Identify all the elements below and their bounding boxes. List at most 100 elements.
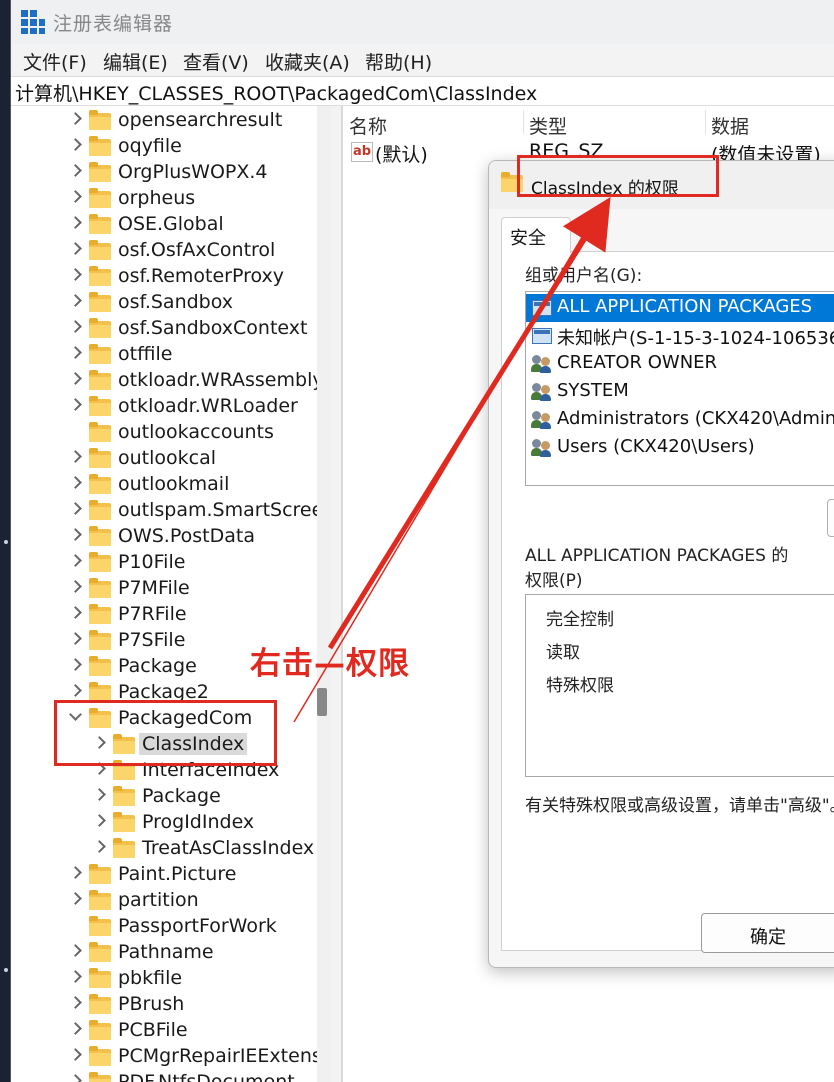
chevron-right-icon[interactable] [69,996,82,1009]
tree-node[interactable]: PCMgrRepairIEExtensi [11,1044,327,1070]
tree-node[interactable]: outlookmail [11,472,321,498]
tree-node[interactable]: OrgPlusWOPX.4 [11,160,321,186]
chevron-right-icon[interactable] [69,580,82,593]
chevron-right-icon[interactable] [69,476,82,489]
tab-security[interactable]: 安全 [501,217,571,253]
tree-node[interactable]: otffile [11,342,321,368]
chevron-right-icon[interactable] [69,1048,82,1061]
chevron-right-icon[interactable] [69,554,82,567]
chevron-right-icon[interactable] [93,814,106,827]
tree-node-label: osf.OsfAxControl [118,239,276,261]
tree-node[interactable]: osf.RemoterProxy [11,264,321,290]
chevron-right-icon[interactable] [69,112,82,125]
user-list-item[interactable]: CREATOR OWNER [526,350,834,378]
chevron-right-icon[interactable] [69,372,82,385]
user-list-item[interactable]: ALL APPLICATION PACKAGES [526,294,834,322]
tree-node[interactable]: OSE.Global [11,212,321,238]
tree-node[interactable]: partition [11,888,321,914]
tree-node[interactable]: PDF.NtfsDocument [11,1070,321,1082]
chevron-right-icon[interactable] [69,164,82,177]
chevron-right-icon[interactable] [69,528,82,541]
menu-file[interactable]: 文件(F) [23,48,87,75]
user-list-item[interactable]: 未知帐户(S-1-15-3-1024-1065365936-1281604716… [526,322,834,350]
tree-node[interactable]: oqyfile [11,134,321,160]
chevron-right-icon[interactable] [69,294,82,307]
chevron-right-icon[interactable] [69,502,82,515]
tree-node[interactable]: otkloadr.WRAssembly [11,368,324,394]
chevron-right-icon[interactable] [69,944,82,957]
tree-node[interactable]: otkloadr.WRLoader [11,394,321,420]
tree-node[interactable]: PassportForWork [11,914,321,940]
tree-node[interactable]: outlspam.SmartScreen [11,498,331,524]
menu-view[interactable]: 查看(V) [183,48,249,75]
tree-node[interactable]: orpheus [11,186,321,212]
menu-favorites[interactable]: 收藏夹(A) [265,48,350,75]
column-header-type[interactable]: 类型 [529,112,567,139]
tree-node[interactable]: OWS.PostData [11,524,321,550]
users-icon [531,411,554,429]
chevron-right-icon[interactable] [93,788,106,801]
user-list-item[interactable]: SYSTEM [526,378,834,406]
user-list-item[interactable]: Administrators (CKX420\Administrators) [526,406,834,434]
tree-node-label: otkloadr.WRLoader [118,395,298,417]
folder-icon [89,942,111,962]
column-separator[interactable] [523,110,524,134]
chevron-right-icon[interactable] [69,398,82,411]
tree-node[interactable]: ProgIdIndex [11,810,321,836]
edit-button[interactable] [827,499,834,537]
permission-full-control: 完全控制 [546,610,614,630]
chevron-right-icon[interactable] [69,1022,82,1035]
tree-node[interactable]: PBrush [11,992,321,1018]
chevron-right-icon[interactable] [69,892,82,905]
tree-node[interactable]: PCBFile [11,1018,321,1044]
package-icon [532,300,552,316]
tree-node[interactable]: outlookcal [11,446,321,472]
chevron-right-icon[interactable] [69,606,82,619]
chevron-right-icon[interactable] [69,658,82,671]
chevron-right-icon[interactable] [69,450,82,463]
chevron-right-icon[interactable] [69,138,82,151]
tree-node[interactable]: P10File [11,550,321,576]
column-header-name[interactable]: 名称 [349,112,387,139]
address-bar[interactable]: 计算机\HKEY_CLASSES_ROOT\PackagedCom\ClassI… [11,76,834,106]
chevron-right-icon[interactable] [69,866,82,879]
column-separator[interactable] [705,110,706,134]
chevron-right-icon[interactable] [69,216,82,229]
folder-icon [89,656,111,676]
column-header-data[interactable]: 数据 [711,112,749,139]
chevron-right-icon[interactable] [69,346,82,359]
chevron-right-icon[interactable] [69,242,82,255]
user-list-item[interactable]: Users (CKX420\Users) [526,434,834,462]
chevron-right-icon[interactable] [69,684,82,697]
chevron-right-icon[interactable] [69,970,82,983]
tree-node-label: Pathname [118,941,214,963]
folder-icon [89,890,111,910]
tree-node[interactable]: Paint.Picture [11,862,321,888]
ok-button[interactable]: 确定 [701,913,834,953]
menu-help[interactable]: 帮助(H) [365,48,432,75]
tree-node[interactable]: osf.Sandbox [11,290,321,316]
users-listbox[interactable]: ALL APPLICATION PACKAGES 未知帐户(S-1-15-3-10… [525,291,834,486]
menu-edit[interactable]: 编辑(E) [103,48,168,75]
permission-read: 读取 [546,643,580,663]
tree-node[interactable]: osf.OsfAxControl [11,238,321,264]
chevron-right-icon[interactable] [69,268,82,281]
chevron-right-icon[interactable] [69,632,82,645]
tree-node[interactable]: P7RFile [11,602,321,628]
tree-node[interactable]: Pathname [11,940,321,966]
tree-node[interactable]: P7MFile [11,576,321,602]
tree-node[interactable]: osf.SandboxContext [11,316,321,342]
chevron-right-icon[interactable] [93,840,106,853]
value-name[interactable]: (默认) [375,140,428,167]
chevron-right-icon[interactable] [69,1074,82,1082]
chevron-right-icon[interactable] [69,320,82,333]
tree-node[interactable]: outlookaccounts [11,420,321,446]
chevron-right-icon[interactable] [69,190,82,203]
tree-node[interactable]: Package [11,784,321,810]
address-path[interactable]: 计算机\HKEY_CLASSES_ROOT\PackagedCom\ClassI… [15,79,537,106]
tree-node[interactable]: pbkfile [11,966,321,992]
tree-scrollbar-thumb[interactable] [317,688,327,716]
tree-scrollbar[interactable] [317,106,331,1082]
tree-node[interactable]: opensearchresult [11,108,321,134]
tree-node[interactable]: TreatAsClassIndex [11,836,321,862]
